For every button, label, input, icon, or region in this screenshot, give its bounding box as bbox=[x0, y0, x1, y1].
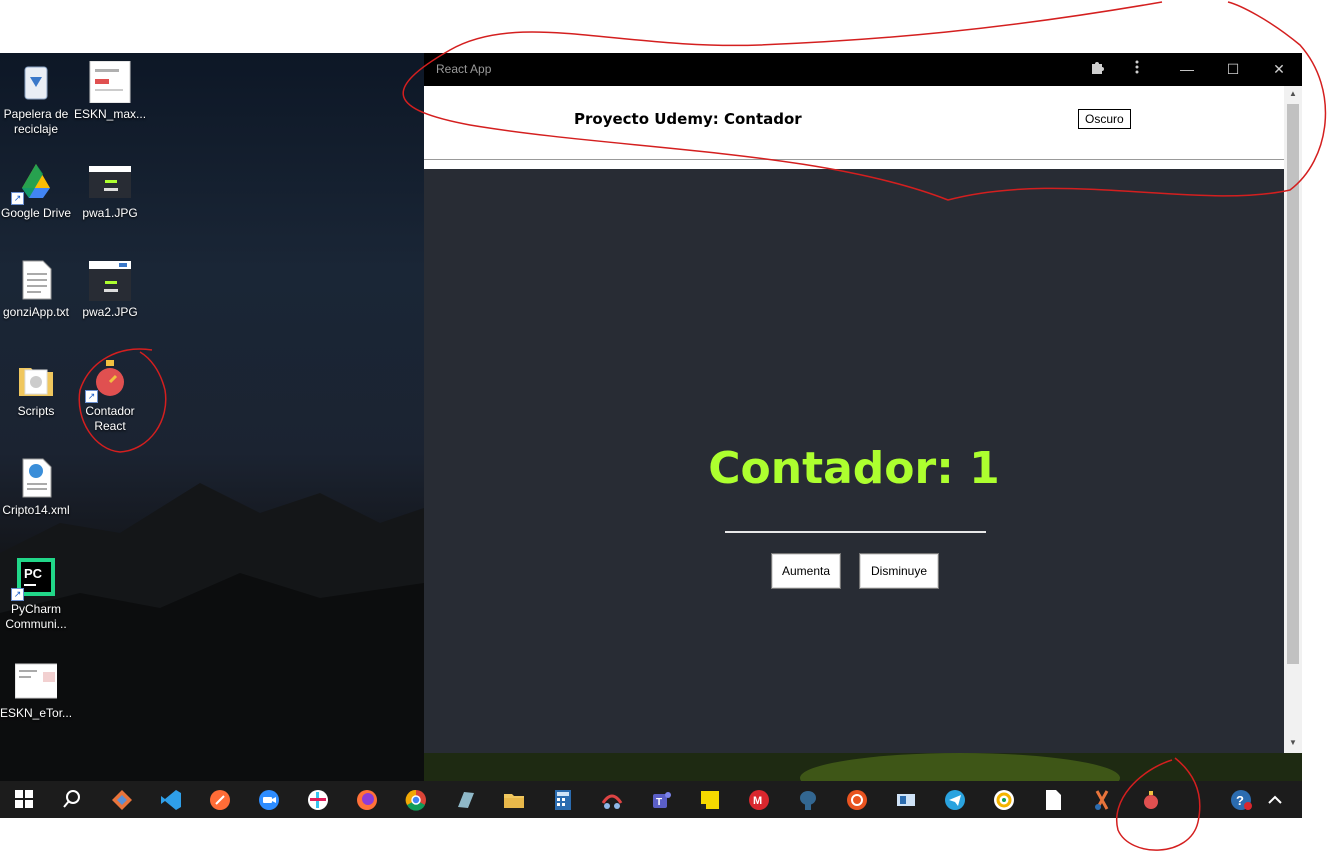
pycharm-icon: PC ↗ bbox=[11, 556, 57, 601]
zoom-icon[interactable] bbox=[258, 789, 280, 811]
desktop-icon-label: PyCharm Communi... bbox=[5, 602, 67, 631]
desktop-icon-label: Papelera de reciclaje bbox=[3, 107, 69, 136]
scroll-up-arrow[interactable]: ▲ bbox=[1284, 89, 1302, 98]
header-divider bbox=[424, 159, 1284, 160]
git-icon[interactable] bbox=[111, 789, 133, 811]
taskbar: T M ? bbox=[0, 781, 1302, 818]
desktop-icon-label: gonziApp.txt bbox=[2, 305, 70, 319]
desktop-icon-google-drive[interactable]: ↗ Google Drive bbox=[0, 160, 72, 221]
desktop-icon-label: ESKN_eTor... bbox=[0, 706, 73, 720]
image-thumbnail-icon bbox=[89, 259, 133, 301]
contador-react-taskbar-icon[interactable] bbox=[1140, 789, 1162, 811]
maximize-button[interactable]: ☐ bbox=[1220, 59, 1246, 79]
news-icon[interactable] bbox=[895, 789, 917, 811]
desktop-icon-pwa1[interactable]: pwa1.JPG bbox=[74, 160, 146, 221]
desktop-icon-recycle-bin[interactable]: Papelera de reciclaje bbox=[0, 61, 72, 137]
desktop-icon-label: Contador React bbox=[85, 404, 135, 433]
image-thumbnail-icon bbox=[14, 660, 62, 702]
desktop-icon-pwa2[interactable]: pwa2.JPG bbox=[74, 259, 146, 320]
desktop-icon-pycharm[interactable]: PC ↗ PyCharm Communi... bbox=[0, 556, 72, 632]
desktop-icon-label: Cripto14.xml bbox=[2, 503, 70, 517]
google-drive-icon: ↗ bbox=[11, 160, 57, 205]
file-explorer-icon[interactable] bbox=[503, 789, 525, 811]
image-thumbnail-icon bbox=[89, 60, 131, 104]
title-bar[interactable]: React App — ☐ ✕ bbox=[424, 53, 1302, 86]
vscode-icon[interactable] bbox=[160, 789, 182, 811]
vertical-scrollbar[interactable]: ▲ ▼ bbox=[1284, 86, 1302, 753]
app-header: Proyecto Udemy: Contador Oscuro bbox=[424, 86, 1284, 169]
slack-icon[interactable] bbox=[307, 789, 329, 811]
postgres-icon[interactable] bbox=[797, 789, 819, 811]
xml-file-icon bbox=[15, 457, 57, 499]
start-icon[interactable] bbox=[14, 789, 36, 811]
text-file-icon bbox=[15, 259, 57, 301]
teams-icon[interactable]: T bbox=[650, 789, 672, 811]
scroll-down-arrow[interactable]: ▼ bbox=[1284, 738, 1302, 747]
desktop-icon-label: pwa1.JPG bbox=[82, 206, 138, 220]
help-icon[interactable]: ? bbox=[1230, 789, 1252, 811]
increase-button[interactable]: Aumenta bbox=[771, 553, 841, 589]
svg-text:?: ? bbox=[1236, 793, 1244, 808]
desktop-icon-label: pwa2.JPG bbox=[82, 305, 138, 319]
shortcut-arrow-icon: ↗ bbox=[85, 390, 98, 403]
chevron-up-icon[interactable] bbox=[1264, 789, 1286, 811]
desktop-icon-label: Google Drive bbox=[0, 206, 72, 220]
image-thumbnail-icon bbox=[89, 160, 133, 202]
shortcut-arrow-icon: ↗ bbox=[11, 192, 24, 205]
postman-icon[interactable] bbox=[209, 789, 231, 811]
app-window: React App — ☐ ✕ Proyecto Udemy: Contador… bbox=[424, 53, 1302, 753]
shortcut-arrow-icon: ↗ bbox=[11, 588, 24, 601]
more-vert-icon[interactable] bbox=[1124, 59, 1150, 79]
search-icon[interactable] bbox=[62, 789, 84, 811]
firefox-icon[interactable] bbox=[356, 789, 378, 811]
minimize-button[interactable]: — bbox=[1174, 59, 1200, 79]
puzzle-icon[interactable] bbox=[1084, 59, 1110, 79]
app2-icon[interactable] bbox=[993, 789, 1015, 811]
calculator-icon[interactable] bbox=[552, 789, 574, 811]
svg-text:PC: PC bbox=[24, 566, 43, 581]
notepad-icon[interactable] bbox=[1042, 789, 1064, 811]
recycle-bin-icon bbox=[15, 61, 57, 103]
counter-display: Contador: 1 bbox=[708, 443, 1000, 494]
ubuntu-icon[interactable] bbox=[846, 789, 868, 811]
desktop-icon-gonziapp[interactable]: gonziApp.txt bbox=[0, 259, 72, 320]
snipping-icon[interactable] bbox=[601, 789, 623, 811]
desktop-icon-scripts[interactable]: Scripts bbox=[0, 358, 72, 419]
decrease-button[interactable]: Disminuye bbox=[859, 553, 939, 589]
app-icon[interactable] bbox=[454, 789, 476, 811]
scrollbar-thumb[interactable] bbox=[1287, 104, 1299, 664]
svg-text:M: M bbox=[753, 795, 762, 807]
desktop-icon-eskn-etor[interactable]: ESKN_eTor... bbox=[0, 660, 72, 721]
svg-text:T: T bbox=[656, 797, 662, 808]
desktop-icon-contador-react[interactable]: ↗ Contador React bbox=[74, 358, 146, 434]
telegram-icon[interactable] bbox=[944, 789, 966, 811]
desktop-icon-eskn-max[interactable]: ESKN_max... bbox=[74, 60, 147, 122]
theme-toggle-button[interactable]: Oscuro bbox=[1078, 109, 1131, 129]
folder-icon bbox=[15, 358, 57, 400]
header-title: Proyecto Udemy: Contador bbox=[574, 110, 802, 128]
mega-icon[interactable]: M bbox=[748, 789, 770, 811]
counter-underline bbox=[725, 531, 986, 533]
chrome-icon[interactable] bbox=[405, 789, 427, 811]
sticky-notes-icon[interactable] bbox=[699, 789, 721, 811]
desktop-icon-label: Scripts bbox=[17, 404, 55, 418]
close-button[interactable]: ✕ bbox=[1266, 59, 1292, 79]
desktop-icon-label: ESKN_max... bbox=[74, 107, 147, 121]
snip-sketch-icon[interactable] bbox=[1091, 789, 1113, 811]
window-title: React App bbox=[436, 62, 492, 76]
stopwatch-icon: ↗ bbox=[85, 358, 131, 403]
desktop-icon-cripto14[interactable]: Cripto14.xml bbox=[0, 457, 72, 518]
